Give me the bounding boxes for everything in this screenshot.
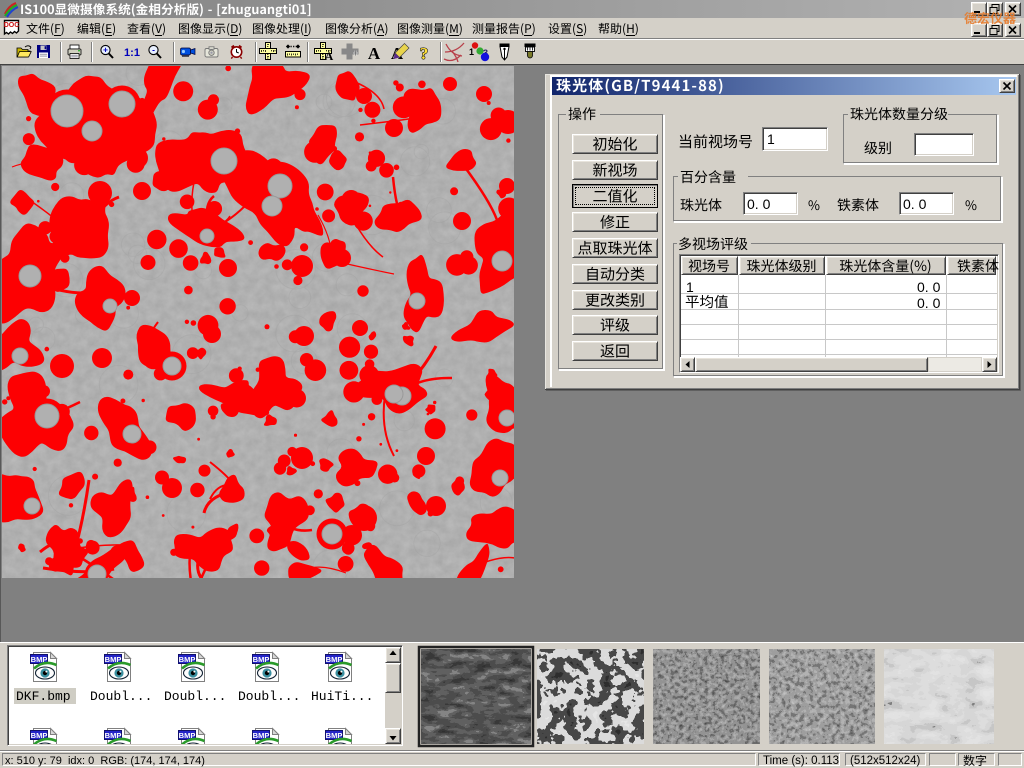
svg-text:1: 1 xyxy=(469,47,474,57)
svg-text:A: A xyxy=(325,49,334,63)
svg-text:-: - xyxy=(152,45,155,55)
svg-text:+: + xyxy=(103,45,108,55)
svg-text:A: A xyxy=(368,44,381,63)
svg-text:1:1: 1:1 xyxy=(124,47,140,59)
svg-text:?: ? xyxy=(420,44,429,63)
